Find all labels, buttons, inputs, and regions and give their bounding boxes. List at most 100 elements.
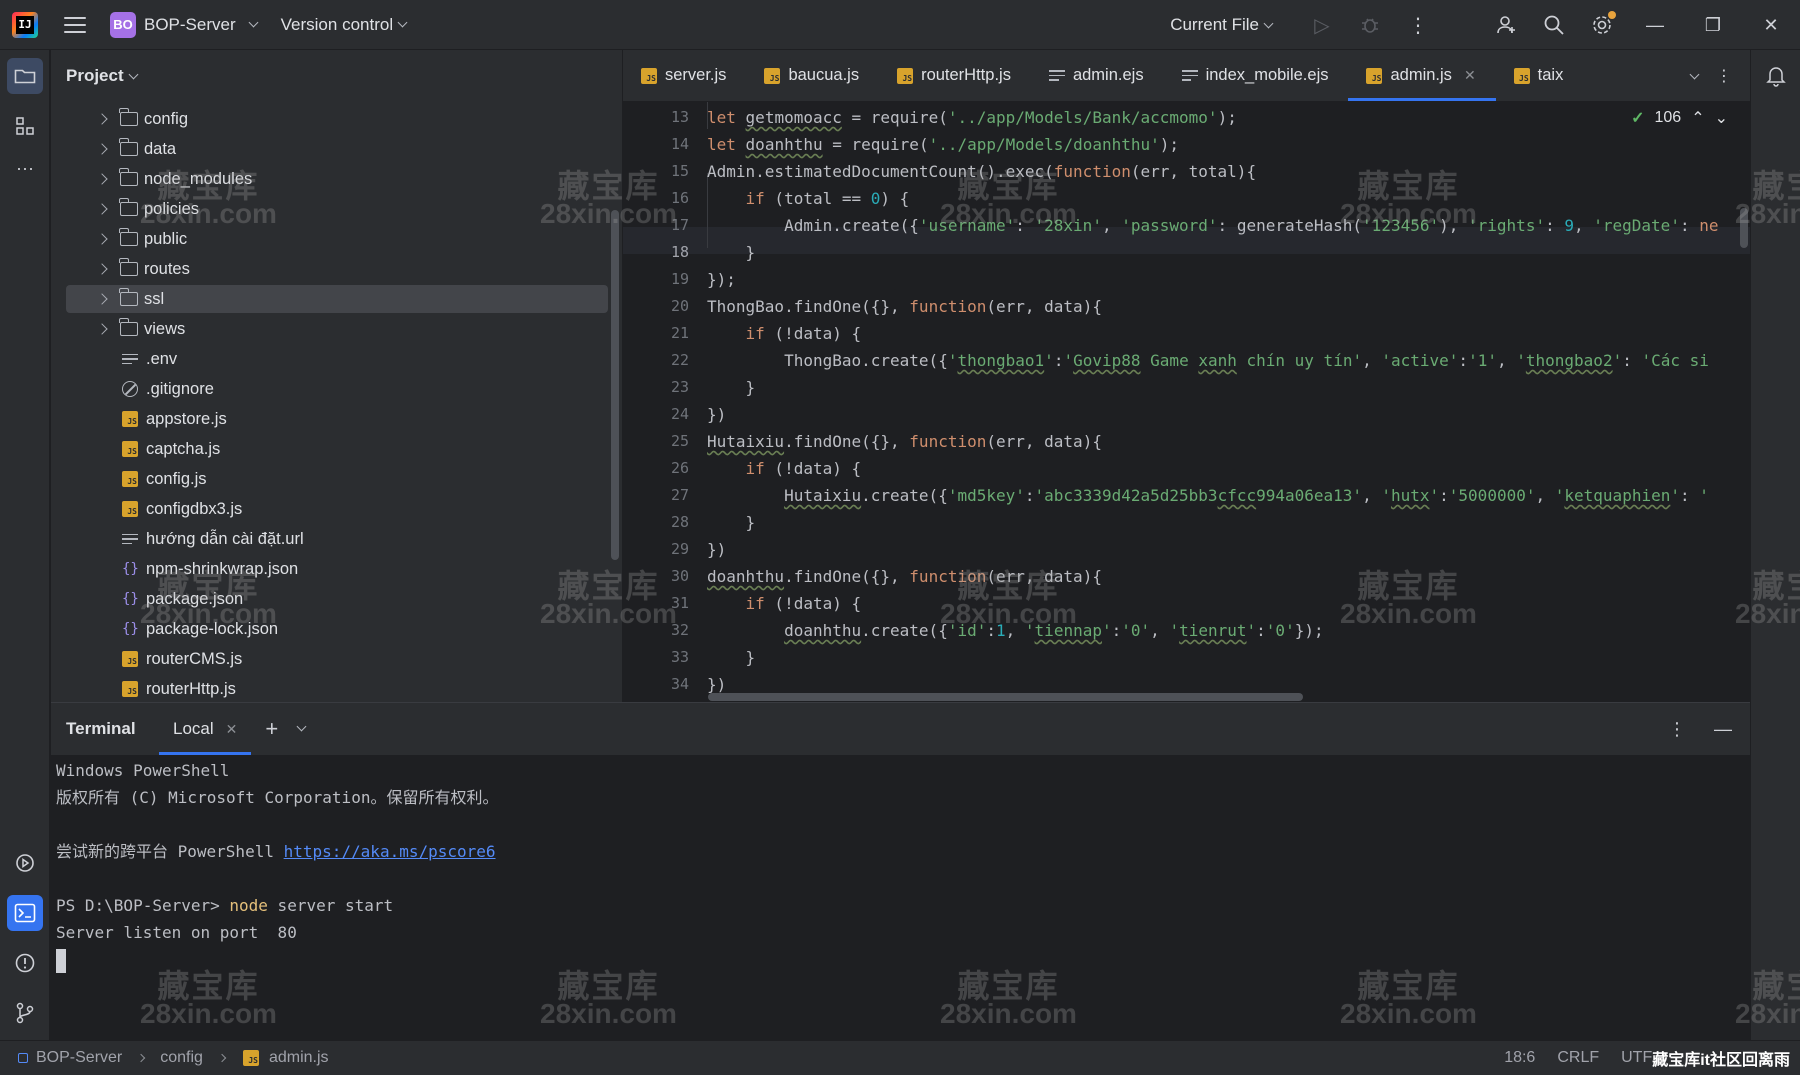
editor-tab-admin-ejs[interactable]: admin.ejs <box>1031 50 1164 101</box>
terminal-icon[interactable] <box>7 895 43 931</box>
tree-item-ssl[interactable]: ssl <box>66 285 608 313</box>
search-icon[interactable] <box>1530 0 1578 50</box>
main-menu-icon[interactable] <box>64 16 86 33</box>
chevron-right-icon[interactable] <box>96 233 108 245</box>
line-number: 31 <box>670 594 689 612</box>
structure-icon[interactable] <box>7 108 43 144</box>
app-logo-icon[interactable]: IJ <box>12 11 38 38</box>
tree-item-captcha-js[interactable]: JS captcha.js <box>66 435 608 463</box>
tree-item-node-modules[interactable]: node_modules <box>66 165 608 193</box>
tree-item-label: ssl <box>144 289 165 308</box>
inspection-widget[interactable]: ✓ 106 ⌃ ⌄ <box>1627 106 1732 130</box>
editor-tab-admin-js[interactable]: JS admin.js ✕ <box>1348 50 1496 101</box>
code-editor[interactable]: 13 14 15 16 17 18 19 20 21 22 23 24 25 26 27 28 29 30 31 32… <box>623 102 1750 702</box>
terminal-output[interactable]: Windows PowerShell 版权所有 (C) Microsoft Co… <box>56 755 1750 1040</box>
run-config-selector[interactable]: Current File <box>1170 15 1276 35</box>
file-encoding[interactable]: UTF <box>1621 1049 1652 1067</box>
tree-item-label: appstore.js <box>146 409 227 428</box>
git-branch-icon[interactable] <box>7 995 43 1031</box>
text-file-icon <box>1048 70 1065 81</box>
chevron-down-icon[interactable]: ⌄ <box>1715 108 1728 128</box>
line-number: 33 <box>670 648 689 666</box>
restore-button[interactable]: ❐ <box>1684 0 1742 50</box>
line-number: 34 <box>670 675 689 693</box>
text-file-icon <box>122 353 138 365</box>
horizontal-scrollbar[interactable] <box>708 693 1303 701</box>
tree-item-config-js[interactable]: JS config.js <box>66 465 608 493</box>
tree-item-h-ng-d-n-c-i-t-url[interactable]: hướng dẫn cài đặt.url <box>66 525 608 553</box>
more-vertical-icon[interactable]: ⋮ <box>1394 0 1442 50</box>
code-line: Admin.create({'username': '28xin', 'pass… <box>707 216 1719 235</box>
more-vertical-icon[interactable]: ⋮ <box>1668 719 1686 740</box>
chevron-right-icon[interactable] <box>96 203 108 215</box>
more-tools-icon[interactable]: ··· <box>7 150 43 186</box>
breadcrumb-item[interactable]: admin.js <box>269 1049 329 1067</box>
line-separator[interactable]: CRLF <box>1557 1049 1599 1067</box>
code-line: } <box>707 243 756 262</box>
terminal-link[interactable]: https://aka.ms/pscore6 <box>284 842 496 861</box>
tree-item-routes[interactable]: routes <box>66 255 608 283</box>
editor-tab-index-mobile-ejs[interactable]: index_mobile.ejs <box>1164 50 1349 101</box>
tree-item--gitignore[interactable]: .gitignore <box>66 375 608 403</box>
editor-tab-baucua-js[interactable]: JS baucua.js <box>746 50 879 101</box>
project-tool-folder-icon[interactable] <box>7 58 43 94</box>
project-selector[interactable]: BO BOP-Server <box>110 11 261 38</box>
hide-panel-icon[interactable]: — <box>1714 719 1732 740</box>
tree-item-policies[interactable]: policies <box>66 195 608 223</box>
tree-item-configdbx3-js[interactable]: JS configdbx3.js <box>66 495 608 523</box>
tree-item-public[interactable]: public <box>66 225 608 253</box>
services-run-icon[interactable] <box>7 845 43 881</box>
breadcrumb-item[interactable]: config <box>160 1049 203 1067</box>
editor-tab-server-js[interactable]: JS server.js <box>623 50 746 101</box>
terminal-line: Windows PowerShell <box>56 761 230 780</box>
tab-list-chevron-icon[interactable] <box>1689 69 1700 79</box>
chevron-right-icon[interactable] <box>96 143 108 155</box>
tree-item-npm-shrinkwrap-json[interactable]: {} npm-shrinkwrap.json <box>66 555 608 583</box>
tree-item-routerhttp-js[interactable]: JS routerHttp.js <box>66 675 608 702</box>
chevron-right-icon[interactable] <box>96 173 108 185</box>
vcs-widget[interactable]: Version control <box>281 15 410 35</box>
add-user-icon[interactable] <box>1482 0 1530 50</box>
caret-position[interactable]: 18:6 <box>1504 1049 1535 1067</box>
new-terminal-plus-icon[interactable]: + <box>265 716 278 742</box>
editor-tab-label: admin.ejs <box>1072 66 1144 84</box>
tree-item-appstore-js[interactable]: JS appstore.js <box>66 405 608 433</box>
settings-gear-icon[interactable] <box>1578 0 1626 50</box>
close-button[interactable]: ✕ <box>1742 0 1800 50</box>
breadcrumb-item[interactable]: BOP-Server <box>36 1049 122 1067</box>
tree-item-package-json[interactable]: {} package.json <box>66 585 608 613</box>
notifications-bell-icon[interactable] <box>1758 58 1794 94</box>
code-line: Hutaixiu.findOne({}, function(err, data)… <box>707 432 1102 451</box>
close-icon[interactable]: ✕ <box>226 721 238 738</box>
tree-item-routercms-js[interactable]: JS routerCMS.js <box>66 645 608 673</box>
tree-item--env[interactable]: .env <box>66 345 608 373</box>
run-icon[interactable]: ▷ <box>1298 0 1346 50</box>
terminal-command-args: server start <box>267 896 394 915</box>
project-panel-header[interactable]: Project <box>51 50 622 102</box>
problems-icon[interactable] <box>7 945 43 981</box>
tree-item-views[interactable]: views <box>66 315 608 343</box>
line-number: 19 <box>670 270 689 288</box>
editor-tab-taix[interactable]: JS taix <box>1496 50 1584 101</box>
chevron-right-icon[interactable] <box>96 113 108 125</box>
chevron-right-icon[interactable] <box>96 263 108 275</box>
terminal-tab-local[interactable]: Local ✕ <box>159 703 252 755</box>
json-file-icon: {} <box>122 561 139 577</box>
debug-icon[interactable] <box>1346 0 1394 50</box>
chevron-right-icon[interactable] <box>96 293 108 305</box>
tree-scrollbar[interactable] <box>611 210 619 560</box>
terminal-tab-label: Local <box>173 719 214 738</box>
tree-item-config[interactable]: config <box>66 105 608 133</box>
tree-item-data[interactable]: data <box>66 135 608 163</box>
more-vertical-icon[interactable]: ⋮ <box>1716 66 1732 86</box>
chevron-right-icon[interactable] <box>96 323 108 335</box>
folder-icon <box>119 108 138 126</box>
editor-tab-routerhttp-js[interactable]: JS routerHttp.js <box>879 50 1031 101</box>
chevron-down-icon[interactable] <box>296 721 307 731</box>
js-file-icon: JS <box>641 67 657 84</box>
editor-vertical-scrollbar[interactable] <box>1740 208 1748 248</box>
minimize-button[interactable]: — <box>1626 0 1684 50</box>
chevron-up-icon[interactable]: ⌃ <box>1691 108 1704 128</box>
close-icon[interactable]: ✕ <box>1464 67 1476 84</box>
tree-item-package-lock-json[interactable]: {} package-lock.json <box>66 615 608 643</box>
